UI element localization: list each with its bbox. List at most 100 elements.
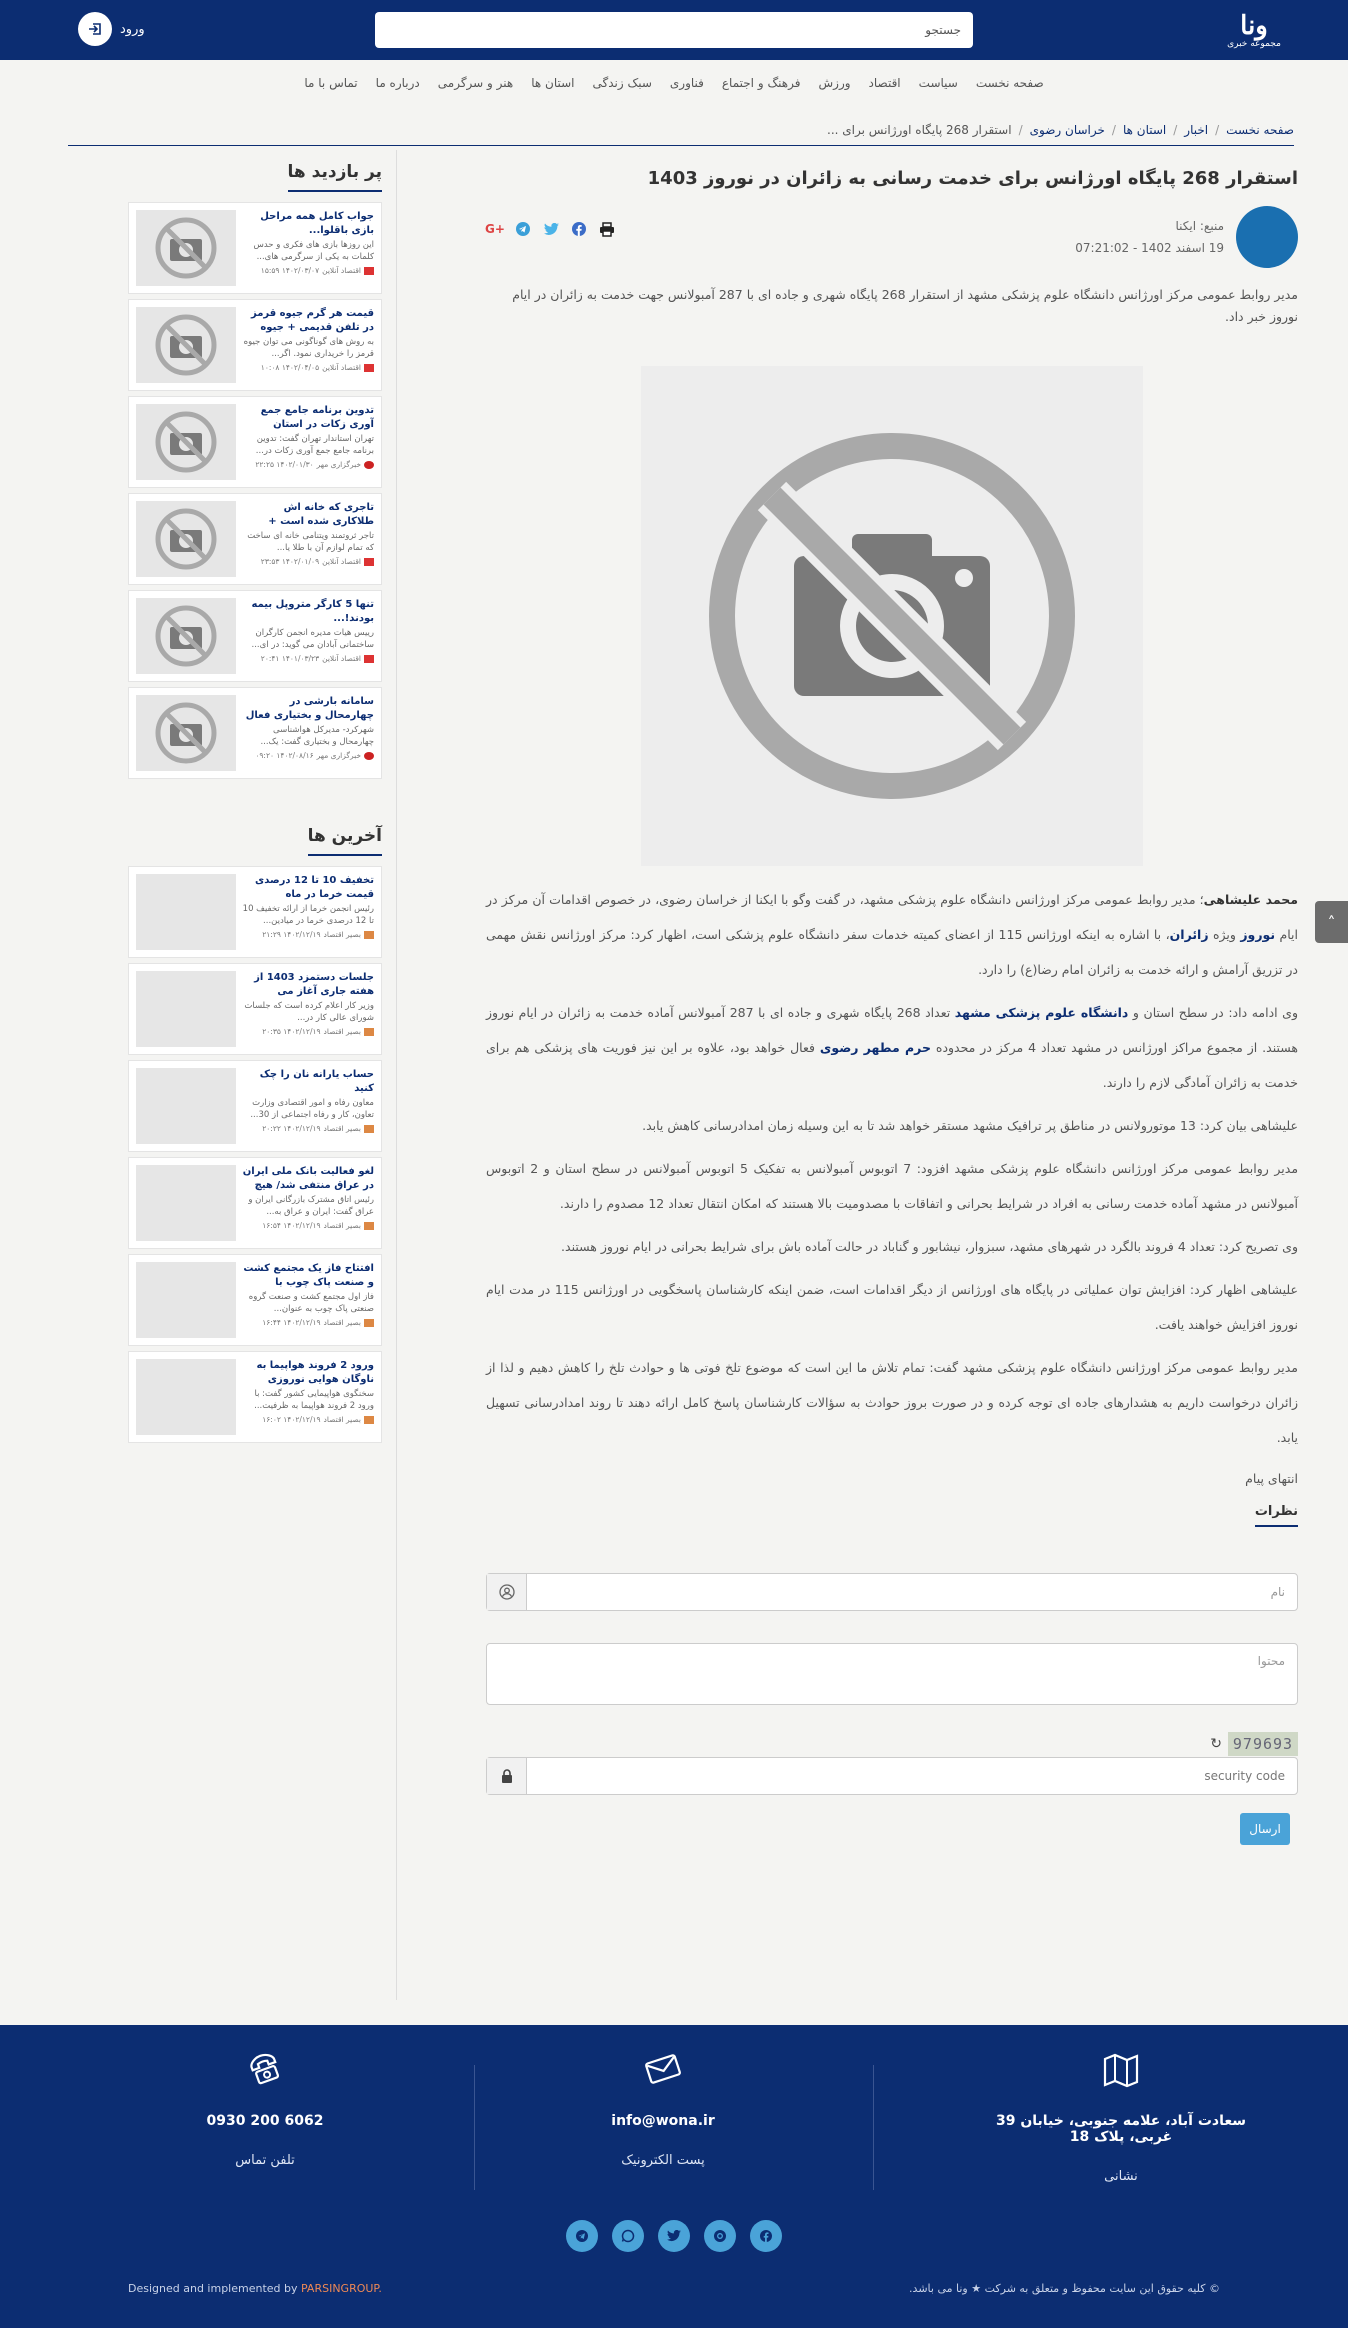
card-time: ۱۴۰۲/۰۸/۱۶ ۰۹:۲۰ bbox=[255, 751, 314, 760]
article: استقرار 268 پایگاه اورژانس برای خدمت رسا… bbox=[485, 150, 1299, 1845]
breadcrumb-provinces[interactable]: استان ها bbox=[1123, 123, 1166, 137]
main-nav: صفحه نخست سیاست اقتصاد ورزش فرهنگ و اجتم… bbox=[0, 60, 1348, 106]
card-title[interactable]: تاجری که خانه اش طلاکاری شده است + عکس..… bbox=[242, 501, 374, 529]
paragraph: علیشاهی اظهار کرد: افزایش توان عملیاتی د… bbox=[486, 1282, 1298, 1332]
site-logo[interactable]: ونا مجموعه خبری bbox=[1214, 8, 1294, 54]
footer-address: سعادت آباد، علامه جنوبی، خیابان 39 غربی،… bbox=[991, 2047, 1251, 2184]
nav-economy[interactable]: اقتصاد bbox=[869, 76, 901, 90]
tag-link[interactable]: نوروز bbox=[1240, 927, 1275, 942]
card-title[interactable]: جواب کامل همه مراحل بازی باقلوا... bbox=[242, 210, 374, 238]
card-desc: شهرکرد- مدیرکل هواشناسی چهارمحال و بختیا… bbox=[260, 725, 374, 747]
news-card[interactable]: تاجری که خانه اش طلاکاری شده است + عکس..… bbox=[128, 493, 382, 585]
lock-icon bbox=[487, 1758, 527, 1794]
instagram-icon[interactable] bbox=[704, 2220, 736, 2252]
breadcrumb-home[interactable]: صفحه نخست bbox=[1226, 123, 1294, 137]
card-time: ۱۴۰۲/۱۲/۱۹ ۲۰:۳۵ bbox=[262, 1027, 321, 1036]
card-meta: بصیر اقتصاد ۱۴۰۲/۱۲/۱۹ ۲۱:۲۹ bbox=[242, 930, 374, 939]
nav-lifestyle[interactable]: سبک زندگی bbox=[593, 76, 652, 90]
login-button[interactable]: ورود bbox=[78, 12, 145, 46]
tag-link[interactable]: حرم مطهر رضوی bbox=[820, 1040, 931, 1055]
news-card[interactable]: تدوین برنامه جامع جمع آوری زکات در استان… bbox=[128, 396, 382, 488]
name-field[interactable]: نام bbox=[486, 1573, 1298, 1611]
card-title[interactable]: ورود 2 فروند هواپیما به ناوگان هوایی نور… bbox=[242, 1359, 375, 1387]
card-desc: سخنگوی هواپیمایی کشور گفت: با ورود 2 فرو… bbox=[254, 1389, 374, 1411]
news-card[interactable]: حساب یارانه نان را چک کنید معاون رفاه و ا… bbox=[128, 1060, 382, 1152]
news-card[interactable]: قیمت هر گرم جیوه قرمز در تلفن قدیمی + جی… bbox=[128, 299, 382, 391]
card-title[interactable]: حساب یارانه نان را چک کنید bbox=[242, 1068, 374, 1096]
nav-contact[interactable]: تماس با ما bbox=[304, 76, 357, 90]
card-desc: این روزها بازی های فکری و حدس کلمات به ی… bbox=[253, 240, 374, 262]
scroll-top-button[interactable]: ˄ bbox=[1315, 901, 1348, 943]
facebook-icon[interactable] bbox=[750, 2220, 782, 2252]
email-value[interactable]: info@wona.ir bbox=[533, 2113, 793, 2129]
whatsapp-icon[interactable] bbox=[612, 2220, 644, 2252]
news-card[interactable]: سامانه بارشی در چهارمحال و بختیاری فعال … bbox=[128, 687, 382, 779]
tag-link[interactable]: زائران bbox=[1170, 927, 1209, 942]
article-lead: مدیر روابط عمومی مرکز اورژانس دانشگاه عل… bbox=[512, 287, 1298, 324]
nav-provinces[interactable]: استان ها bbox=[531, 76, 574, 90]
implementer-link[interactable]: PARSINGROUP. bbox=[301, 2282, 382, 2295]
card-source: بصیر اقتصاد bbox=[323, 1318, 361, 1327]
card-desc: وزیر کار اعلام کرده است که جلسات شورای ع… bbox=[244, 1001, 374, 1023]
content-textarea[interactable]: محتوا bbox=[486, 1643, 1298, 1705]
breadcrumb-separator: / bbox=[1215, 122, 1220, 137]
card-title[interactable]: تنها 5 کارگر متروپل بیمه بودند!... bbox=[242, 598, 374, 626]
news-card[interactable]: جلسات دستمزد 1403 از هفته جاری آغاز می ش… bbox=[128, 963, 382, 1055]
card-title[interactable]: قیمت هر گرم جیوه قرمز در تلفن قدیمی + جی… bbox=[242, 307, 374, 335]
refresh-icon[interactable]: ↻ bbox=[1210, 1736, 1222, 1752]
card-source: اقتصاد آنلاین bbox=[322, 654, 361, 663]
card-desc: رئیس انجمن خرما از ارائه تخفیف 10 تا 12 … bbox=[242, 904, 374, 926]
news-card[interactable]: تخفیف 10 تا 12 درصدی قیمت خرما در ماه رم… bbox=[128, 866, 382, 958]
print-icon[interactable] bbox=[598, 220, 616, 238]
card-title[interactable]: تدوین برنامه جامع جمع آوری زکات در استان… bbox=[242, 404, 374, 432]
news-card[interactable]: تنها 5 کارگر متروپل بیمه بودند!... رییس ه… bbox=[128, 590, 382, 682]
footer-divider bbox=[873, 2065, 874, 2190]
nav-home[interactable]: صفحه نخست bbox=[976, 76, 1044, 90]
card-title[interactable]: افتتاح فاز یک مجتمع کشت و صنعت پاک چوب ب… bbox=[242, 1262, 374, 1290]
twitter-icon[interactable] bbox=[658, 2220, 690, 2252]
news-card[interactable]: لغو فعالیت بانک ملی ایران در عراق منتفی … bbox=[128, 1157, 382, 1249]
submit-button[interactable]: ارسال bbox=[1240, 1813, 1290, 1845]
phone-value[interactable]: 0930 200 6062 bbox=[135, 2113, 395, 2129]
facebook-icon[interactable] bbox=[570, 220, 588, 238]
card-source: بصیر اقتصاد bbox=[323, 1124, 361, 1133]
nav-about[interactable]: درباره ما bbox=[376, 76, 420, 90]
nav-sports[interactable]: ورزش bbox=[819, 76, 851, 90]
telegram-icon[interactable] bbox=[514, 220, 532, 238]
card-title[interactable]: سامانه بارشی در چهارمحال و بختیاری فعال … bbox=[242, 695, 374, 723]
implementer-prefix: Designed and implemented by bbox=[128, 2282, 301, 2295]
twitter-icon[interactable] bbox=[542, 220, 560, 238]
security-code-input[interactable]: security code bbox=[527, 1769, 1297, 1783]
card-time: ۱۴۰۲/۰۱/۰۹ ۲۳:۵۳ bbox=[260, 557, 320, 566]
security-field[interactable]: security code bbox=[486, 1757, 1298, 1795]
card-title[interactable]: تخفیف 10 تا 12 درصدی قیمت خرما در ماه رم… bbox=[242, 874, 374, 902]
latest-title: آخرین ها bbox=[307, 826, 382, 856]
news-card[interactable]: افتتاح فاز یک مجتمع کشت و صنعت پاک چوب ب… bbox=[128, 1254, 382, 1346]
nav-technology[interactable]: فناوری bbox=[670, 76, 704, 90]
news-card[interactable]: جواب کامل همه مراحل بازی باقلوا... این رو… bbox=[128, 202, 382, 294]
card-time: ۱۴۰۲/۰۴/۰۵ ۱۰:۰۸ bbox=[260, 363, 320, 372]
source-avatar bbox=[1236, 206, 1298, 268]
news-thumbnail bbox=[136, 971, 236, 1047]
news-card[interactable]: ورود 2 فروند هواپیما به ناوگان هوایی نور… bbox=[128, 1351, 382, 1443]
search-input[interactable]: جستجو bbox=[375, 12, 973, 48]
social-links bbox=[0, 2220, 1348, 2252]
paragraph: مدیر روابط عمومی مرکز اورژانس دانشگاه عل… bbox=[486, 1161, 1299, 1211]
nav-culture[interactable]: فرهنگ و اجتماع bbox=[722, 76, 801, 90]
phone-label: تلفن تماس bbox=[235, 2153, 295, 2168]
card-desc: به روش های گوناگونی می توان جیوه قرمز را… bbox=[243, 337, 374, 359]
nav-art[interactable]: هنر و سرگرمی bbox=[438, 76, 513, 90]
breadcrumb-khorasan[interactable]: خراسان رضوی bbox=[1030, 123, 1105, 137]
card-title[interactable]: جلسات دستمزد 1403 از هفته جاری آغاز می ش… bbox=[242, 971, 374, 999]
card-title[interactable]: لغو فعالیت بانک ملی ایران در عراق منتفی … bbox=[242, 1165, 374, 1193]
card-desc: رییس هیات مدیره انجمن کارگران ساختمانی آ… bbox=[251, 628, 374, 650]
nav-politics[interactable]: سیاست bbox=[919, 76, 958, 90]
person-name: محمد علیشاهی bbox=[1203, 892, 1299, 907]
breadcrumb-news[interactable]: اخبار bbox=[1184, 123, 1208, 137]
news-thumbnail bbox=[136, 874, 236, 950]
address-label: نشانی bbox=[1104, 2169, 1138, 2184]
tag-link[interactable]: دانشگاه علوم پزشکی مشهد bbox=[955, 1005, 1129, 1020]
google-plus-icon[interactable]: G+ bbox=[485, 220, 505, 238]
telegram-icon[interactable] bbox=[566, 2220, 598, 2252]
name-input[interactable]: نام bbox=[527, 1585, 1297, 1599]
